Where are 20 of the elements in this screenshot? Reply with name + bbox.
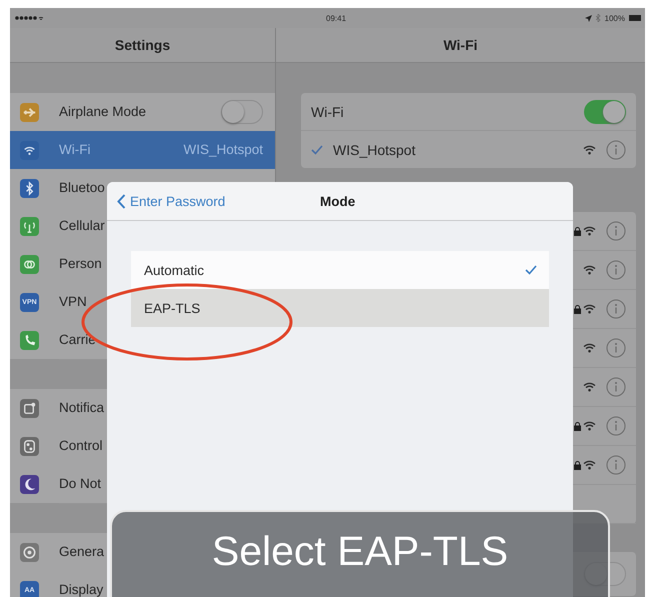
item-value: WIS_Hotspot <box>183 142 263 157</box>
item-label: Bluetoo <box>59 180 105 195</box>
item-label: Display <box>59 582 104 597</box>
item-label: Control <box>59 438 103 453</box>
wifi-label: Wi-Fi <box>311 104 345 120</box>
status-time: 09:41 <box>326 14 346 23</box>
network-name: WIS_Hotspot <box>333 142 416 158</box>
item-label: Person <box>59 256 102 271</box>
item-label: Genera <box>59 544 104 559</box>
dialog-title: Mode <box>320 194 356 208</box>
item-label: Do Not <box>59 476 102 491</box>
item-label: Notifica <box>59 400 104 415</box>
item-label: VPN <box>59 294 87 309</box>
sidebar-title: Settings <box>114 37 170 53</box>
item-label: Cellular <box>59 218 105 233</box>
battery-percent: 100% <box>604 14 625 22</box>
item-label: Airplane Mode <box>59 104 146 119</box>
item-label: Wi-Fi <box>59 142 90 157</box>
caption-text: Select EAP-TLS <box>212 528 508 576</box>
detail-title: Wi-Fi <box>443 37 478 53</box>
